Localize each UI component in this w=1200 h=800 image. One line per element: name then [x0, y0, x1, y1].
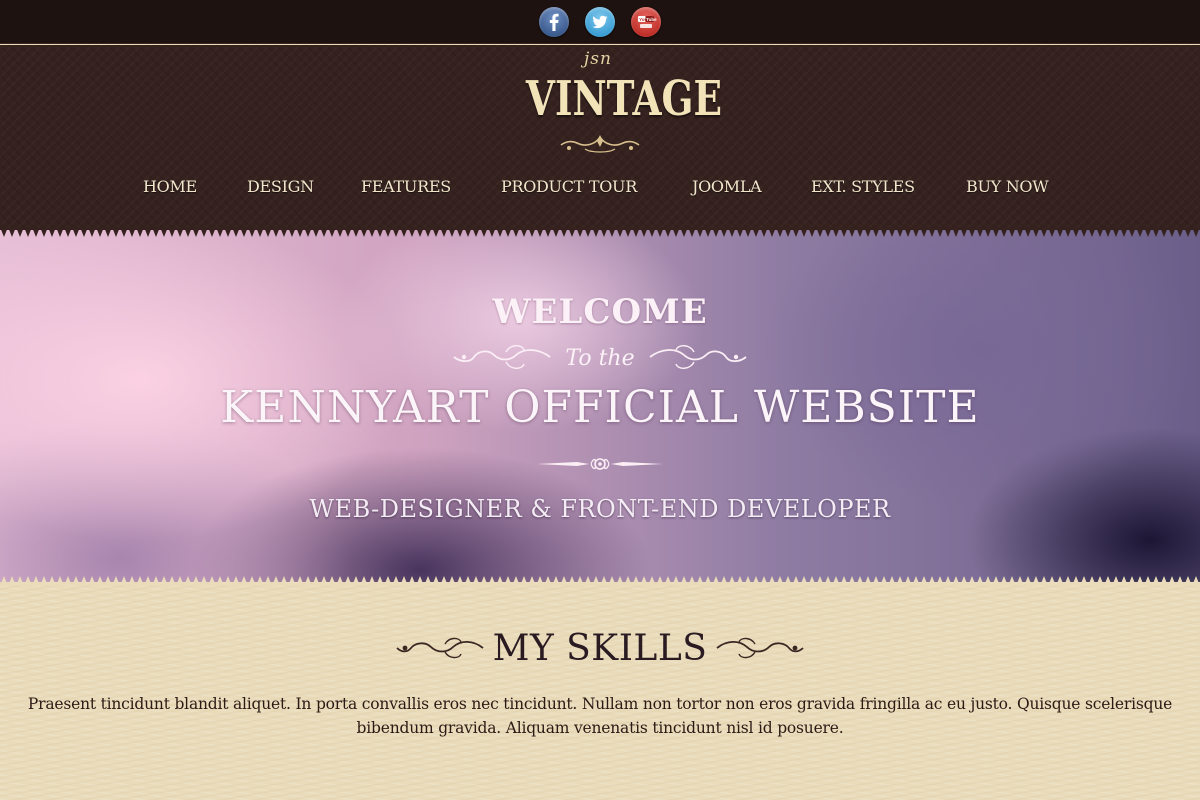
hero-welcome: WELCOME [492, 292, 708, 332]
youtube-icon[interactable]: You Tube [631, 6, 661, 37]
hero-flourish-row: To the [450, 340, 750, 374]
skills-flourish-right-icon [716, 637, 804, 659]
hero-zigzag-edge [0, 576, 1200, 586]
nav-item-features[interactable]: FEATURES [361, 177, 451, 196]
skills-section: MY SKILLS Praesent tincidunt blandit ali… [0, 582, 1200, 800]
twitter-icon[interactable] [585, 6, 615, 37]
hero-banner: WELCOME To the KENNYART OFFICIAL WEBSITE… [0, 230, 1200, 582]
nav-item-design[interactable]: DESIGN [247, 177, 314, 196]
nav-item-product-tour[interactable]: PRODUCT TOUR [501, 177, 637, 196]
logo-ornament-icon [560, 135, 640, 153]
hero-title: KENNYART OFFICIAL WEBSITE [220, 382, 980, 433]
nav-item-joomla[interactable]: JOOMLA [692, 177, 762, 196]
nav-item-buy-now[interactable]: BUY NOW [966, 177, 1049, 196]
site-header: jsn VINTAGE HOME DESIGN FEATURES PRODUCT… [0, 45, 1200, 235]
skills-description: Praesent tincidunt blandit aliquet. In p… [27, 695, 1173, 737]
facebook-icon[interactable] [539, 6, 569, 37]
header-zigzag-edge [0, 227, 1200, 237]
logo-jsn-text: jsn [584, 49, 612, 69]
skills-heading: MY SKILLS [390, 624, 810, 670]
logo-vintage-text: VINTAGE [525, 71, 723, 127]
divider-ornament-icon [537, 458, 663, 470]
nav-item-home[interactable]: HOME [143, 177, 197, 196]
site-logo[interactable]: jsn VINTAGE [505, 49, 723, 159]
social-bar: You Tube [0, 0, 1200, 44]
flourish-right-icon [649, 345, 747, 369]
nav-item-ext-styles[interactable]: EXT. STYLES [811, 177, 915, 196]
hero-subtitle: WEB-DESIGNER & FRONT-END DEVELOPER [309, 495, 891, 523]
svg-text:Tube: Tube [646, 17, 657, 22]
main-nav: HOME DESIGN FEATURES PRODUCT TOUR JOOMLA… [0, 177, 1200, 199]
